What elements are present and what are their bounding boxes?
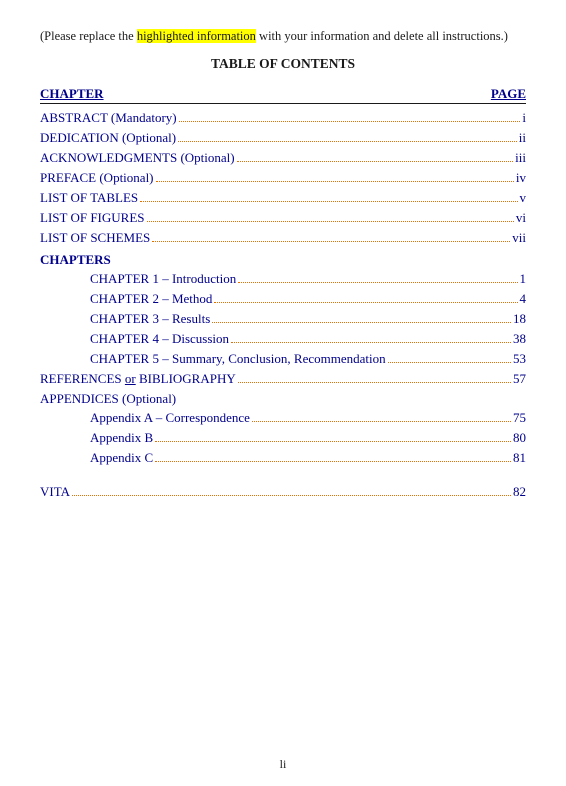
instruction-suffix: with your information and delete all ins…	[256, 29, 508, 43]
toc-entry-acknowledgments: ACKNOWLEDGMENTS (Optional) iii	[40, 150, 526, 166]
entry-label-appendix-a: Appendix A – Correspondence	[90, 410, 250, 426]
toc-header: CHAPTER PAGE	[40, 86, 526, 104]
page-num-preface: iv	[516, 170, 526, 186]
dots-chapter5	[388, 362, 511, 363]
entry-label-abstract: ABSTRACT (Mandatory)	[40, 110, 177, 126]
dots-appendix-a	[252, 421, 511, 422]
page-num-chapter4: 38	[513, 331, 526, 347]
page-num-chapter3: 18	[513, 311, 526, 327]
toc-entry-appendix-c: Appendix C 81	[90, 450, 526, 466]
instruction-prefix: (Please replace the	[40, 29, 137, 43]
entry-label-acknowledgments: ACKNOWLEDGMENTS (Optional)	[40, 150, 235, 166]
dots-appendix-b	[155, 441, 511, 442]
dots-references	[238, 382, 511, 383]
entry-label-chapter5: CHAPTER 5 – Summary, Conclusion, Recomme…	[90, 351, 386, 367]
toc-entry-abstract: ABSTRACT (Mandatory) i	[40, 110, 526, 126]
chapters-list: CHAPTER 1 – Introduction 1 CHAPTER 2 – M…	[40, 271, 526, 367]
page-num-dedication: ii	[519, 130, 526, 146]
dots-acknowledgments	[237, 161, 514, 162]
dots-list-schemes	[152, 241, 510, 242]
dots-list-figures	[147, 221, 514, 222]
toc-entry-list-tables: LIST OF TABLES v	[40, 190, 526, 206]
dots-chapter1	[238, 282, 517, 283]
chapters-heading: CHAPTERS	[40, 252, 526, 268]
page-num-chapter5: 53	[513, 351, 526, 367]
page-num-vita: 82	[513, 484, 526, 500]
instruction-highlight: highlighted information	[137, 29, 256, 43]
entry-label-appendix-b: Appendix B	[90, 430, 153, 446]
toc-entry-appendix-b: Appendix B 80	[90, 430, 526, 446]
header-chapter-label: CHAPTER	[40, 86, 104, 102]
toc-entry-chapter5: CHAPTER 5 – Summary, Conclusion, Recomme…	[90, 351, 526, 367]
page-num-abstract: i	[522, 110, 526, 126]
toc-entry-chapter2: CHAPTER 2 – Method 4	[90, 291, 526, 307]
page-num-references: 57	[513, 371, 526, 387]
entry-label-chapter2: CHAPTER 2 – Method	[90, 291, 212, 307]
entry-label-dedication: DEDICATION (Optional)	[40, 130, 176, 146]
dots-dedication	[178, 141, 517, 142]
page-num-list-schemes: vii	[512, 230, 526, 246]
entry-label-list-schemes: LIST OF SCHEMES	[40, 230, 150, 246]
toc-entry-dedication: DEDICATION (Optional) ii	[40, 130, 526, 146]
references-or: or	[125, 371, 136, 386]
dots-chapter4	[231, 342, 511, 343]
dots-vita	[72, 495, 511, 496]
entry-label-vita: VITA	[40, 484, 70, 500]
page-num-list-tables: v	[520, 190, 527, 206]
entry-label-chapter4: CHAPTER 4 – Discussion	[90, 331, 229, 347]
entry-label-chapter1: CHAPTER 1 – Introduction	[90, 271, 236, 287]
toc-entry-list-figures: LIST OF FIGURES vi	[40, 210, 526, 226]
toc-entry-list-schemes: LIST OF SCHEMES vii	[40, 230, 526, 246]
page-num-list-figures: vi	[516, 210, 526, 226]
page: (Please replace the highlighted informat…	[0, 0, 566, 786]
toc-entry-chapter1: CHAPTER 1 – Introduction 1	[90, 271, 526, 287]
dots-abstract	[179, 121, 521, 122]
entry-label-preface: PREFACE (Optional)	[40, 170, 154, 186]
entry-label-appendix-c: Appendix C	[90, 450, 153, 466]
references-bib: BIBLIOGRAPHY	[139, 371, 236, 386]
page-footer: li	[0, 757, 566, 772]
entry-label-references: REFERENCES or BIBLIOGRAPHY	[40, 371, 236, 387]
page-num-appendix-b: 80	[513, 430, 526, 446]
toc-entry-chapter3: CHAPTER 3 – Results 18	[90, 311, 526, 327]
page-num-acknowledgments: iii	[515, 150, 526, 166]
appendices-list: Appendix A – Correspondence 75 Appendix …	[40, 410, 526, 466]
page-num-appendix-c: 81	[513, 450, 526, 466]
dots-appendix-c	[155, 461, 511, 462]
dots-chapter3	[212, 322, 511, 323]
page-num-chapter1: 1	[520, 271, 527, 287]
toc-entry-appendix-a: Appendix A – Correspondence 75	[90, 410, 526, 426]
page-num-appendix-a: 75	[513, 410, 526, 426]
header-page-label: PAGE	[491, 86, 526, 102]
entry-label-list-figures: LIST OF FIGURES	[40, 210, 145, 226]
instruction-text: (Please replace the highlighted informat…	[40, 28, 526, 46]
entry-label-chapter3: CHAPTER 3 – Results	[90, 311, 210, 327]
page-num-chapter2: 4	[520, 291, 527, 307]
references-label: REFERENCES	[40, 371, 122, 386]
dots-list-tables	[140, 201, 517, 202]
toc-entry-chapter4: CHAPTER 4 – Discussion 38	[90, 331, 526, 347]
toc-title: TABLE OF CONTENTS	[40, 56, 526, 72]
entry-label-list-tables: LIST OF TABLES	[40, 190, 138, 206]
toc-entry-vita: VITA 82	[40, 484, 526, 500]
appendices-heading: APPENDICES (Optional)	[40, 391, 526, 407]
toc-entry-preface: PREFACE (Optional) iv	[40, 170, 526, 186]
toc-entry-references: REFERENCES or BIBLIOGRAPHY 57	[40, 371, 526, 387]
footer-page-number: li	[280, 757, 287, 771]
dots-chapter2	[214, 302, 517, 303]
dots-preface	[156, 181, 514, 182]
